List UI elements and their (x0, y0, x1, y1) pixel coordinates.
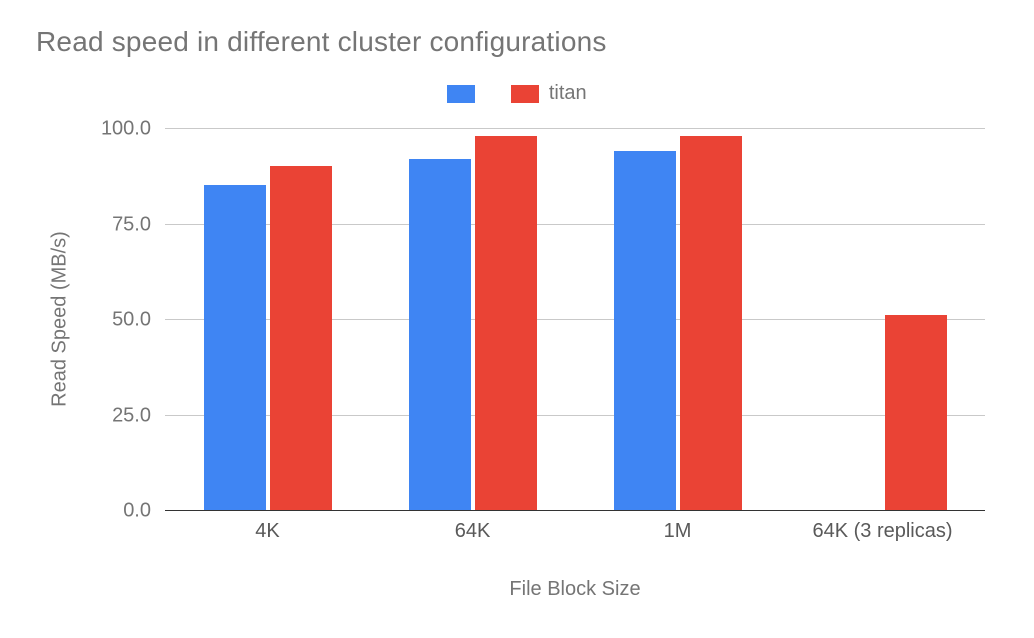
bar-group (780, 128, 985, 510)
x-axis-title: File Block Size (165, 578, 985, 601)
gridline: 0.0 (165, 510, 985, 511)
chart-container: Read speed in different cluster configur… (0, 0, 1034, 638)
plot-area: 0.025.050.075.0100.0 (165, 128, 985, 510)
bar (885, 315, 947, 510)
chart-title: Read speed in different cluster configur… (36, 26, 607, 58)
legend-item-series-2: titan (511, 82, 587, 105)
x-tick-label: 4K (165, 520, 370, 543)
bar (204, 185, 266, 510)
y-tick-label: 100.0 (101, 118, 165, 141)
y-axis-title-wrap: Read Speed (MB/s) (20, 128, 50, 510)
legend: titan (0, 82, 1034, 109)
bar-group (165, 128, 370, 510)
bar-group (575, 128, 780, 510)
legend-label-2: titan (549, 82, 587, 105)
bar (614, 151, 676, 510)
legend-swatch-2 (511, 85, 539, 103)
bar-group (370, 128, 575, 510)
y-tick-label: 75.0 (112, 213, 165, 236)
bar (680, 136, 742, 510)
x-tick-label: 64K (3 replicas) (780, 520, 985, 543)
x-axis-labels: 4K64K1M64K (3 replicas) (165, 520, 985, 543)
bar (409, 159, 471, 510)
x-tick-label: 1M (575, 520, 780, 543)
bar (270, 166, 332, 510)
y-tick-label: 50.0 (112, 309, 165, 332)
bars-layer (165, 128, 985, 510)
bar (475, 136, 537, 510)
legend-item-series-1 (447, 85, 485, 103)
y-tick-label: 25.0 (112, 404, 165, 427)
y-tick-label: 0.0 (123, 500, 165, 523)
legend-swatch-1 (447, 85, 475, 103)
x-tick-label: 64K (370, 520, 575, 543)
y-axis-title: Read Speed (MB/s) (49, 231, 72, 407)
